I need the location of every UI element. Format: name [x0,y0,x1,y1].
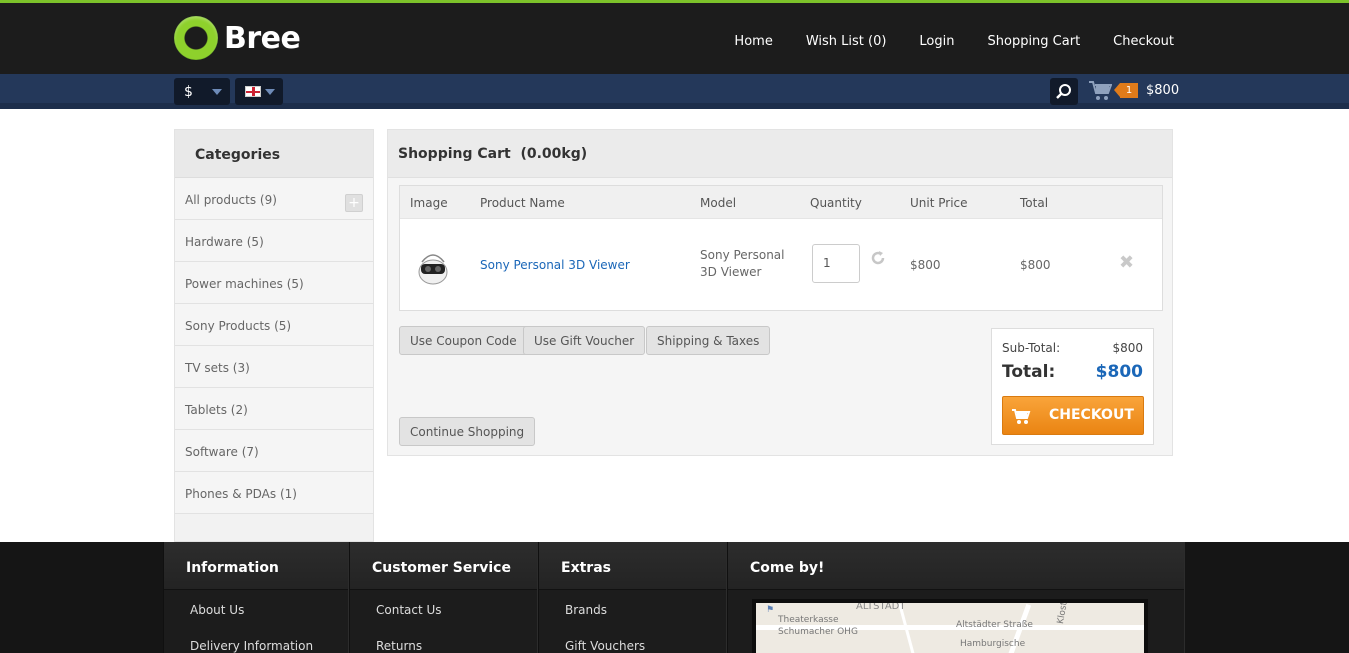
category-item[interactable]: Power machines (5) [175,262,373,304]
cart-totals-box: Sub-Total: $800 Total: $800 CHECKOUT [991,328,1154,445]
map-label: Theaterkasse [778,615,839,625]
continue-shopping-button[interactable]: Continue Shopping [399,417,536,446]
footer-link-brands[interactable]: Brands [539,590,726,626]
nav-shopping-cart[interactable]: Shopping Cart [988,34,1081,49]
nav-wishlist[interactable]: Wish List (0) [806,34,887,49]
product-name-link[interactable]: Sony Personal 3D Viewer [480,258,630,272]
site-footer: Information About Us Delivery Informatio… [0,542,1349,653]
nav-home[interactable]: Home [734,34,772,49]
cart-icon[interactable] [1088,80,1113,105]
cart-count-badge[interactable]: 1 [1114,83,1138,98]
col-model: Model [700,196,737,210]
footer-come-by: Come by! ⚑ ALTSTADT Theaterkasse Schumac… [727,542,1185,653]
page-title: Shopping Cart (0.00kg) [388,130,1172,178]
map-label: Altstädter Straße [956,620,1033,630]
footer-extras: Extras Brands Gift Vouchers [538,542,727,653]
language-select[interactable] [235,78,283,105]
category-label: All products (9) [185,193,277,207]
checkout-button[interactable]: CHECKOUT [1002,396,1144,435]
map-pin-icon: ⚑ [766,605,775,615]
cart-table: Image Product Name Model Quantity Unit P… [399,185,1163,311]
category-item[interactable]: Sony Products (5) [175,304,373,346]
col-quantity: Quantity [810,196,862,210]
use-gift-voucher-button[interactable]: Use Gift Voucher [523,326,646,355]
toolbar: $ 1 $800 [0,74,1349,109]
footer-extras-title: Extras [539,542,726,590]
map-label: Hamburgische [960,639,1026,649]
refresh-icon[interactable] [870,250,886,266]
chevron-down-icon [212,89,222,95]
shopping-cart-panel: Shopping Cart (0.00kg) Image Product Nam… [387,129,1173,456]
top-nav: Home Wish List (0) Login Shopping Cart C… [701,34,1174,49]
currency-value: $ [184,83,193,100]
category-item[interactable]: TV sets (3) [175,346,373,388]
map-label: Schumacher OHG [778,627,858,637]
map-label: ALTSTADT [856,601,906,612]
categories-sidebar: Categories All products (9) + Hardware (5… [174,129,374,542]
brand-logo[interactable]: Bree [174,15,301,61]
category-item[interactable]: Software (7) [175,430,373,472]
product-model-line2: 3D Viewer [700,265,762,279]
category-label: Software (7) [185,445,259,459]
nav-login[interactable]: Login [919,34,954,49]
category-label: TV sets (3) [185,361,250,375]
shipping-taxes-button[interactable]: Shipping & Taxes [646,326,771,355]
category-label: Phones & PDAs (1) [185,487,297,501]
logo-ring-icon [174,16,218,60]
category-item[interactable]: All products (9) + [175,178,373,220]
footer-link-contact[interactable]: Contact Us [350,590,537,626]
search-icon [1056,83,1071,99]
category-item[interactable]: Phones & PDAs (1) [175,472,373,514]
subtotal-value: $800 [1112,341,1143,355]
total-value: $800 [1095,362,1143,382]
footer-comeby-title: Come by! [728,542,1184,590]
remove-item-icon[interactable]: ✖ [1119,252,1134,273]
currency-select[interactable]: $ [174,78,230,105]
col-product-name: Product Name [480,196,565,210]
subtotal-label: Sub-Total: [1002,341,1061,355]
footer-link-returns[interactable]: Returns [350,626,537,653]
footer-link-delivery[interactable]: Delivery Information [164,626,348,653]
total-label: Total: [1002,362,1056,382]
row-total-value: $800 [1020,258,1051,272]
category-item[interactable]: Hardware (5) [175,220,373,262]
footer-customer-service: Customer Service Contact Us Returns [349,542,538,653]
cart-icon [1012,409,1031,424]
use-coupon-button[interactable]: Use Coupon Code [399,326,528,355]
category-label: Power machines (5) [185,277,304,291]
footer-link-about[interactable]: About Us [164,590,348,626]
brand-name: Bree [224,20,301,56]
map-label: Klosterwall [1056,599,1075,625]
footer-information: Information About Us Delivery Informatio… [163,542,349,653]
top-header: Bree Home Wish List (0) Login Shopping C… [0,0,1349,74]
cart-table-header: Image Product Name Model Quantity Unit P… [400,186,1162,219]
category-label: Tablets (2) [185,403,248,417]
col-image: Image [410,196,448,210]
footer-link-vouchers[interactable]: Gift Vouchers [539,626,726,653]
category-item[interactable]: Tablets (2) [175,388,373,430]
product-model-line1: Sony Personal [700,248,785,262]
col-total: Total [1020,196,1049,210]
category-label: Sony Products (5) [185,319,292,333]
category-label: Hardware (5) [185,235,264,249]
location-map[interactable]: ⚑ ALTSTADT Theaterkasse Schumacher OHG A… [752,599,1148,653]
unit-price-value: $800 [910,258,941,272]
cart-total-amount[interactable]: $800 [1146,83,1179,98]
col-unit-price: Unit Price [910,196,968,210]
uk-flag-icon [245,86,261,97]
quantity-input[interactable]: 1 [812,244,860,283]
product-thumbnail[interactable] [416,246,450,286]
nav-checkout[interactable]: Checkout [1113,34,1174,49]
chevron-down-icon [265,89,275,95]
expand-plus-icon[interactable]: + [345,194,363,212]
footer-information-title: Information [164,542,348,590]
checkout-label: CHECKOUT [1049,407,1134,423]
categories-title: Categories [175,130,373,178]
search-button[interactable] [1050,78,1078,105]
footer-service-title: Customer Service [350,542,537,590]
